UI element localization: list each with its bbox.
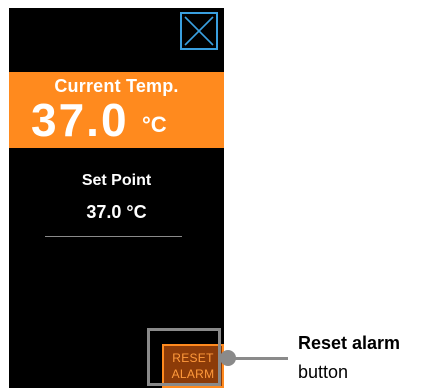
divider [45, 236, 182, 237]
close-icon [184, 16, 214, 46]
current-temp-value: 37.0 [31, 94, 129, 146]
reset-button-highlight [147, 328, 221, 386]
current-temp-panel: Current Temp. 37.0 °C [9, 72, 224, 148]
set-point-label: Set Point [81, 172, 152, 189]
callout-line [230, 357, 288, 360]
callout-title: Reset alarm [298, 333, 401, 353]
callout-subtitle: button [298, 362, 349, 382]
set-point-value[interactable]: 37.0 °C [9, 202, 224, 223]
current-temp-unit: °C [142, 112, 167, 137]
close-button[interactable] [180, 12, 218, 50]
